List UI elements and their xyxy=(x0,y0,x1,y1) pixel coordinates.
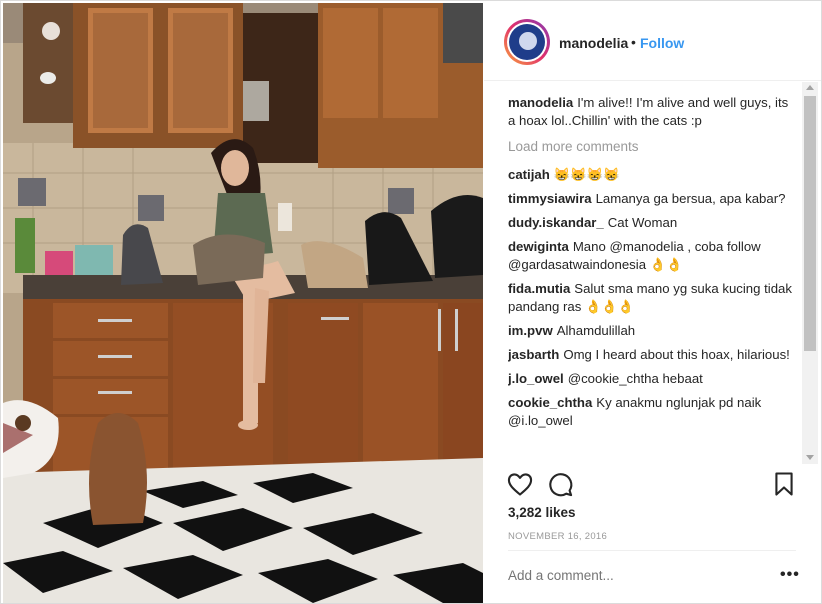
likes-count[interactable]: 3,282 likes xyxy=(508,505,576,520)
avatar[interactable] xyxy=(504,19,550,65)
add-comment-input[interactable] xyxy=(508,568,758,583)
comment-username[interactable]: im.pvw xyxy=(508,323,553,338)
comment-username[interactable]: dudy.iskandar_ xyxy=(508,215,604,230)
comment-username[interactable]: fida.mutia xyxy=(508,281,570,296)
comment-username[interactable]: jasbarth xyxy=(508,347,559,362)
comment-text: Alhamdulillah xyxy=(556,323,636,338)
comment-username[interactable]: dewiginta xyxy=(508,239,569,254)
comments-scrollbar[interactable] xyxy=(802,82,818,464)
post-header: manodelia • Follow xyxy=(484,2,821,81)
comment-text: hebaat xyxy=(658,371,703,386)
comment-item: catijah 😸😸😸😸 xyxy=(508,166,798,184)
comment-text: Lamanya ga bersua, apa kabar? xyxy=(595,191,786,206)
comment-text: Mano xyxy=(572,239,610,254)
post-date[interactable]: NOVEMBER 16, 2016 xyxy=(508,531,607,542)
comment-mention-link[interactable]: @manodelia xyxy=(609,239,683,254)
separator-dot: • xyxy=(631,34,636,50)
scrollbar-thumb[interactable] xyxy=(804,96,816,351)
comment-item: j.lo_owel @cookie_chtha hebaat xyxy=(508,370,798,388)
caption: manodelia I'm alive!! I'm alive and well … xyxy=(508,94,798,130)
username-link[interactable]: manodelia xyxy=(559,35,628,51)
comment-icon[interactable] xyxy=(546,470,574,498)
comment-item: im.pvw Alhamdulillah xyxy=(508,322,798,340)
comment-text: 😸😸😸😸 xyxy=(553,167,620,182)
post-side-panel: manodelia • Follow manodelia I'm alive!! … xyxy=(484,2,821,603)
comment-item: jasbarth Omg I heard about this hoax, hil… xyxy=(508,346,798,364)
comment-text: Omg I heard about this hoax, hilarious! xyxy=(563,347,790,362)
comment-text: Ky anakmu nglunjak pd naik xyxy=(596,395,762,410)
divider xyxy=(508,550,796,551)
comment-username[interactable]: catijah xyxy=(508,167,550,182)
comment-mention-link[interactable]: @gardasatwaindonesia xyxy=(508,257,646,272)
comment-text: , coba follow xyxy=(683,239,761,254)
load-more-comments-link[interactable]: Load more comments xyxy=(508,138,798,156)
scroll-up-icon[interactable] xyxy=(806,85,814,90)
avatar-image xyxy=(509,24,545,60)
comment-item: cookie_chtha Ky anakmu nglunjak pd naik @… xyxy=(508,394,798,430)
caption-username[interactable]: manodelia xyxy=(508,95,573,110)
comment-text: Cat Woman xyxy=(607,215,678,230)
follow-button[interactable]: Follow xyxy=(640,35,684,51)
post-dialog: manodelia • Follow manodelia I'm alive!! … xyxy=(0,0,822,604)
comment-mention-link[interactable]: @i.lo_owel xyxy=(508,413,573,428)
scroll-down-icon[interactable] xyxy=(806,455,814,460)
action-bar xyxy=(484,464,821,504)
comment-item: dudy.iskandar_ Cat Woman xyxy=(508,214,798,232)
comment-username[interactable]: j.lo_owel xyxy=(508,371,564,386)
more-options-button[interactable]: ••• xyxy=(780,567,800,583)
comment-item: timmysiawira Lamanya ga bersua, apa kabar… xyxy=(508,190,798,208)
bookmark-icon[interactable] xyxy=(770,470,798,498)
post-photo[interactable] xyxy=(3,3,483,603)
comments-list: manodelia I'm alive!! I'm alive and well … xyxy=(508,94,798,460)
comment-username[interactable]: cookie_chtha xyxy=(508,395,592,410)
heart-icon[interactable] xyxy=(506,470,534,498)
comment-mention-link[interactable]: @cookie_chtha xyxy=(568,371,659,386)
comment-item: dewiginta Mano @manodelia , coba follow @… xyxy=(508,238,798,274)
comment-username[interactable]: timmysiawira xyxy=(508,191,592,206)
comment-item: fida.mutia Salut sma mano yg suka kucing … xyxy=(508,280,798,316)
comment-text: 👌👌 xyxy=(646,257,683,272)
